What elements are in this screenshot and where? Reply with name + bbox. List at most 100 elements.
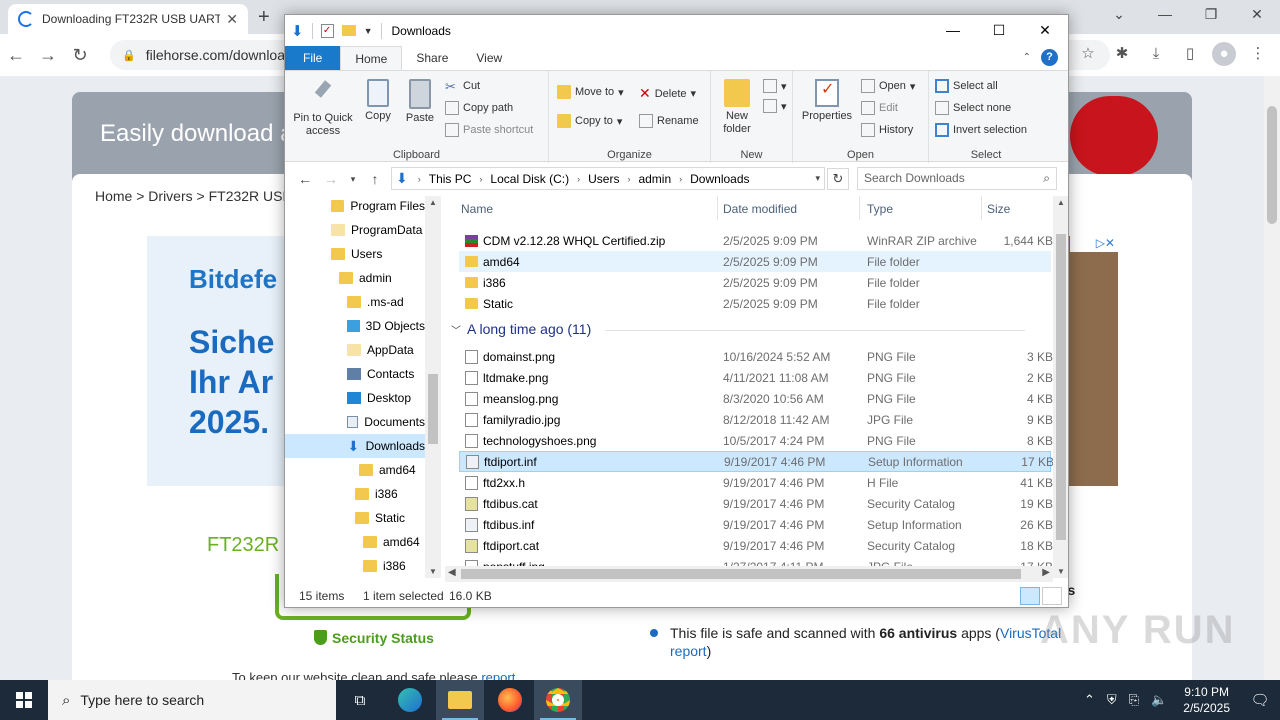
chevron-down-icon[interactable]: ﹀ [451, 322, 461, 337]
file-row[interactable]: ftd2xx.h 9/19/2017 4:46 PM H File 41 KB [459, 472, 1053, 493]
column-header-name[interactable]: Name [461, 196, 493, 220]
properties-button[interactable]: Properties [799, 79, 855, 123]
firefox-taskbar-button[interactable] [486, 680, 534, 720]
edge-taskbar-button[interactable] [386, 680, 434, 720]
volume-icon[interactable]: 🔈 [1151, 692, 1167, 708]
pin-quick-access-button[interactable]: Pin to Quick access [291, 79, 355, 138]
browser-tab[interactable]: Downloading FT232R USB UART ✕ [8, 4, 248, 34]
copy-path-button[interactable]: Copy path [445, 101, 513, 115]
nav-item[interactable]: i386 [285, 482, 425, 506]
column-divider[interactable] [859, 196, 860, 220]
new-folder-button[interactable]: New folder [715, 79, 759, 136]
breadcrumb-this-pc[interactable]: This PC [425, 172, 476, 186]
file-row[interactable]: CDM v2.12.28 WHQL Certified.zip 2/5/2025 … [459, 230, 1053, 251]
browser-restore-button[interactable]: ❐ [1188, 0, 1234, 30]
scrollbar-thumb[interactable] [428, 374, 438, 444]
menu-icon[interactable]: ⋮ [1246, 42, 1270, 66]
ad-choices-icon[interactable]: ▷✕ [1070, 236, 1118, 252]
start-button[interactable] [0, 680, 48, 720]
group-header[interactable]: ﹀ A long time ago (11) [451, 321, 591, 337]
nav-item[interactable]: Contacts [285, 362, 425, 386]
explorer-taskbar-button[interactable] [436, 680, 484, 720]
chevron-right-icon[interactable]: › [623, 174, 634, 184]
recent-locations-button[interactable]: ▾ [347, 174, 359, 185]
address-bar[interactable]: ⬇ › This PC › Local Disk (C:) › Users › … [391, 167, 825, 190]
navigation-pane[interactable]: Program Files ProgramData Users admin .ms-ad… [285, 196, 441, 578]
nav-item[interactable]: Desktop [285, 386, 425, 410]
star-icon[interactable]: ☆ [1076, 42, 1100, 66]
browser-close-button[interactable]: ✕ [1234, 0, 1280, 30]
nav-item[interactable]: i386 [285, 554, 425, 578]
chevron-right-icon[interactable]: › [675, 174, 686, 184]
file-row[interactable]: i386 2/5/2025 9:09 PM File folder [459, 272, 1051, 293]
chevron-right-icon[interactable]: › [573, 174, 584, 184]
file-row[interactable]: meanslog.png 8/3/2020 10:56 AM PNG File 4 K… [459, 388, 1053, 409]
copy-to-button[interactable]: Copy to ▾ [557, 114, 622, 128]
page-scrollbar[interactable] [1264, 76, 1280, 680]
easy-access-button[interactable]: ▾ [763, 99, 787, 113]
collapse-ribbon-icon[interactable]: ⌃ [1023, 52, 1031, 63]
tab-file[interactable]: File [285, 46, 341, 70]
puzzle-icon[interactable]: ✱ [1110, 42, 1134, 66]
column-header-type[interactable]: Type [867, 196, 893, 220]
scroll-up-icon[interactable]: ▲ [429, 198, 437, 207]
forward-button[interactable]: → [32, 45, 64, 66]
tab-share[interactable]: Share [402, 46, 462, 70]
browser-minimize-button[interactable]: — [1142, 0, 1188, 30]
paste-shortcut-button[interactable]: Paste shortcut [445, 123, 533, 137]
nav-item[interactable]: ⬇ Downloads [285, 434, 425, 458]
column-header-date[interactable]: Date modified [723, 196, 797, 220]
task-view-button[interactable]: ⧉ [336, 680, 384, 720]
history-button[interactable]: History [861, 123, 913, 137]
file-row[interactable]: Static 2/5/2025 9:09 PM File folder [459, 293, 1051, 314]
breadcrumb[interactable]: Home > Drivers > FT232R USB [95, 188, 292, 204]
nav-item[interactable]: amd64 [285, 530, 425, 554]
copy-button[interactable]: Copy [359, 79, 397, 123]
maximize-button[interactable]: ☐ [976, 15, 1022, 45]
invert-selection-button[interactable]: Invert selection [935, 123, 1027, 137]
help-icon[interactable]: ? [1041, 49, 1058, 66]
file-row[interactable]: familyradio.jpg 8/12/2018 11:42 AM JPG Fil… [459, 409, 1053, 430]
taskbar-search[interactable]: ⌕ Type here to search [48, 680, 336, 720]
properties-quick-icon[interactable]: ✓ [320, 23, 334, 38]
chevron-up-icon[interactable]: ⌃ [1084, 692, 1095, 708]
tab-home[interactable]: Home [340, 46, 403, 70]
details-view-icon[interactable] [1020, 587, 1040, 605]
chrome-taskbar-button[interactable] [534, 680, 582, 720]
scrollbar-thumb[interactable] [461, 569, 1021, 579]
move-to-button[interactable]: Move to ▾ [557, 85, 624, 99]
nav-item[interactable]: 3D Objects [285, 314, 425, 338]
security-icon[interactable]: ⛨ [1107, 692, 1117, 708]
file-row[interactable]: ftdibus.inf 9/19/2017 4:46 PM Setup Inform… [459, 514, 1053, 535]
new-tab-button[interactable]: + [258, 6, 270, 29]
nav-item[interactable]: AppData [285, 338, 425, 362]
rename-button[interactable]: Rename [639, 114, 699, 128]
scroll-left-icon[interactable]: ◀ [448, 567, 456, 578]
new-item-button[interactable]: ▾ [763, 79, 787, 93]
scroll-down-icon[interactable]: ▼ [429, 567, 437, 576]
breadcrumb-downloads[interactable]: Downloads [686, 172, 753, 186]
file-list[interactable]: Name Date modified Type Size CDM v2.12.2… [445, 196, 1053, 578]
select-all-button[interactable]: Select all [935, 79, 998, 93]
up-button[interactable]: ↑ [365, 171, 385, 187]
chevron-right-icon[interactable]: › [475, 174, 486, 184]
breadcrumb-admin[interactable]: admin [634, 172, 675, 186]
security-status[interactable]: Security Status [314, 630, 434, 646]
column-header-size[interactable]: Size [987, 196, 1010, 220]
new-folder-quick-icon[interactable] [341, 25, 356, 36]
nav-item[interactable]: Documents [285, 410, 425, 434]
select-none-button[interactable]: Select none [935, 101, 1011, 115]
scroll-right-icon[interactable]: ▶ [1042, 567, 1050, 578]
nav-item[interactable]: ProgramData [285, 218, 425, 242]
close-button[interactable]: ✕ [1022, 15, 1068, 45]
ad-photo[interactable]: ▷✕ [1068, 236, 1118, 486]
file-row[interactable]: technologyshoes.png 10/5/2017 4:24 PM PNG … [459, 430, 1053, 451]
breadcrumb-local-disk[interactable]: Local Disk (C:) [486, 172, 573, 186]
tab-close-button[interactable]: ✕ [226, 11, 238, 28]
minimize-button[interactable]: — [930, 15, 976, 45]
file-row[interactable]: ftdibus.cat 9/19/2017 4:46 PM Security Cat… [459, 493, 1053, 514]
nav-item[interactable]: admin [285, 266, 425, 290]
back-button[interactable]: ← [0, 45, 32, 66]
chevron-right-icon[interactable]: › [414, 174, 425, 184]
download-icon[interactable]: ⤓ [1144, 42, 1168, 66]
